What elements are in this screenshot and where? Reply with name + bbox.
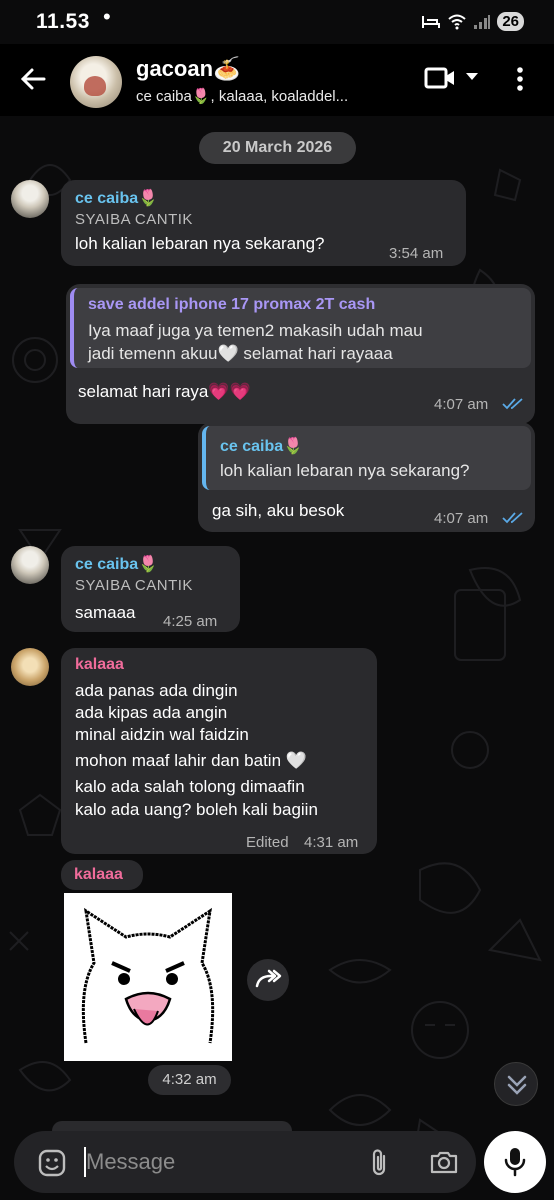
reply-sender: save addel iphone 17 promax 2T cash <box>88 296 376 313</box>
message-bubble[interactable]: ce caiba🌷 SYAIBA CANTIK samaaa 4:25 am <box>61 546 240 632</box>
avatar-ce-caiba[interactable] <box>11 180 49 218</box>
sticker-time: 4:32 am <box>148 1065 231 1095</box>
message-line: kalo ada uang? boleh kali bagiin <box>75 800 318 819</box>
edited-label: Edited <box>246 834 289 851</box>
message-line: mohon maaf lahir dan batin 🤍 <box>75 751 307 770</box>
angry-cat-drawing <box>81 907 215 1044</box>
reply-text-line: Iya maaf juga ya temen2 makasih udah mau <box>88 321 423 340</box>
avatar-kalaaa[interactable] <box>11 648 49 686</box>
reply-quote[interactable]: ce caiba🌷 loh kalian lebaran nya sekaran… <box>202 426 531 490</box>
group-title[interactable]: gacoan🍝 <box>136 56 240 82</box>
message-input[interactable] <box>86 1145 296 1179</box>
status-icons: 26 <box>421 12 524 31</box>
group-avatar[interactable] <box>70 56 122 108</box>
next-message-peek <box>52 1121 292 1131</box>
chevron-down-icon[interactable] <box>465 72 479 82</box>
reply-sender: ce caiba🌷 <box>220 438 304 455</box>
message-time: 4:25 am <box>163 613 218 630</box>
camera-icon[interactable] <box>429 1149 459 1175</box>
message-text: samaaa <box>75 603 136 622</box>
sender-subtitle: SYAIBA CANTIK <box>75 211 193 228</box>
read-receipt-icon <box>502 398 523 410</box>
message-time: 3:54 am <box>389 245 444 262</box>
message-line: ada kipas ada angin <box>75 703 228 722</box>
sender-name[interactable]: ce caiba🌷 <box>75 554 158 574</box>
battery-indicator: 26 <box>497 12 524 31</box>
message-time: 4:31 am <box>304 834 359 851</box>
scroll-to-bottom-button[interactable] <box>494 1062 538 1106</box>
message-bubble[interactable]: kalaaa ada panas ada dingin ada kipas ad… <box>61 648 377 854</box>
sleep-mode-icon <box>422 15 441 28</box>
attachment-icon[interactable] <box>368 1147 390 1177</box>
message-composer <box>14 1131 476 1193</box>
message-text: selamat hari raya💗💗 <box>78 382 251 401</box>
reply-text-line: jadi temenn akuu🤍 selamat hari rayaaa <box>88 344 393 363</box>
read-receipt-icon <box>502 512 523 524</box>
forward-icon <box>255 969 282 988</box>
sender-subtitle: SYAIBA CANTIK <box>75 577 193 594</box>
emoji-icon[interactable] <box>38 1149 66 1177</box>
message-text: loh kalian lebaran nya sekarang? <box>75 234 325 253</box>
message-bubble-outgoing[interactable]: ce caiba🌷 loh kalian lebaran nya sekaran… <box>198 422 535 532</box>
message-bubble[interactable]: ce caiba🌷 SYAIBA CANTIK loh kalian lebar… <box>61 180 466 266</box>
group-members[interactable]: ce caiba🌷, kalaaa, koaladdel... <box>136 87 406 105</box>
signal-icon <box>474 14 491 29</box>
microphone-icon <box>504 1148 526 1177</box>
avatar-ce-caiba[interactable] <box>11 546 49 584</box>
date-separator: 20 March 2026 <box>199 132 356 164</box>
message-line: ada panas ada dingin <box>75 681 238 700</box>
message-bubble-outgoing[interactable]: save addel iphone 17 promax 2T cash Iya … <box>66 284 535 424</box>
sender-name[interactable]: ce caiba🌷 <box>75 188 158 208</box>
status-time: 11.53 <box>36 10 90 33</box>
message-time: 4:07 am <box>434 510 489 527</box>
message-text: ga sih, aku besok <box>212 501 345 520</box>
share-button[interactable] <box>247 959 289 1001</box>
status-bar: 11.53 • 26 <box>0 0 554 44</box>
cat-sticker[interactable] <box>64 893 232 1061</box>
voice-record-button[interactable] <box>484 1131 546 1193</box>
message-line: minal aidzin wal faidzin <box>75 725 249 744</box>
chat-header: gacoan🍝 ce caiba🌷, kalaaa, koaladdel... <box>0 44 554 116</box>
message-time: 4:07 am <box>434 396 489 413</box>
notification-dot: • <box>103 4 111 29</box>
wifi-icon <box>448 14 466 29</box>
reply-quote[interactable]: save addel iphone 17 promax 2T cash Iya … <box>70 288 531 368</box>
reply-text-line: loh kalian lebaran nya sekarang? <box>220 461 470 480</box>
sender-chip[interactable]: kalaaa <box>61 860 143 890</box>
back-arrow-icon[interactable] <box>18 64 48 94</box>
double-chevron-down-icon <box>507 1075 527 1095</box>
more-vertical-icon[interactable] <box>515 66 525 92</box>
sender-name[interactable]: kalaaa <box>74 866 123 884</box>
video-call-icon[interactable] <box>424 66 456 90</box>
message-line: kalo ada salah tolong dimaafin <box>75 777 305 796</box>
sender-name[interactable]: kalaaa <box>75 656 124 674</box>
